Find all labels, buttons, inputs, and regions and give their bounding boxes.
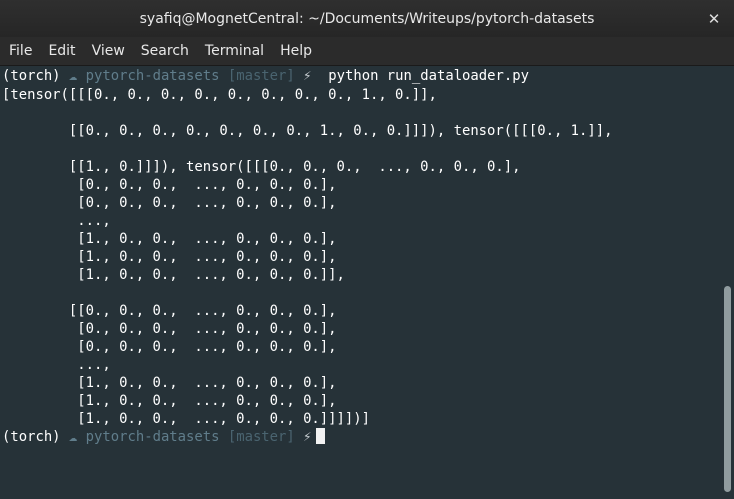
- menu-search[interactable]: Search: [134, 37, 198, 65]
- output-line: [[0., 0., 0., ..., 0., 0., 0.],: [2, 303, 337, 319]
- prompt-line-active[interactable]: (torch) ☁ pytorch-datasets [master] ⚡: [2, 428, 325, 446]
- prompt-git-branch: [master]: [227, 68, 295, 84]
- cloud-icon: ☁: [68, 68, 78, 84]
- bolt-icon: ⚡: [303, 429, 312, 445]
- prompt-env: (torch): [2, 68, 61, 84]
- cloud-icon: ☁: [68, 429, 78, 445]
- prompt-directory: pytorch-datasets: [85, 68, 220, 84]
- menu-file[interactable]: File: [0, 37, 41, 65]
- window-title: syafiq@MognetCentral: ~/Documents/Writeu…: [139, 10, 595, 27]
- menu-terminal[interactable]: Terminal: [198, 37, 273, 65]
- output-line: [0., 0., 0., ..., 0., 0., 0.],: [2, 195, 337, 211]
- prompt-directory: pytorch-datasets: [85, 429, 220, 445]
- output-line: [1., 0., 0., ..., 0., 0., 0.],: [2, 375, 337, 391]
- output-line: [1., 0., 0., ..., 0., 0., 0.]]]])]: [2, 411, 370, 427]
- output-line: [[1., 0.]]]), tensor([[[0., 0., 0., ...,…: [2, 159, 521, 175]
- prompt-env: (torch): [2, 429, 61, 445]
- scrollbar-thumb[interactable]: [724, 286, 731, 492]
- output-line: [0., 0., 0., ..., 0., 0., 0.],: [2, 339, 337, 355]
- command-text: python run_dataloader.py: [328, 68, 529, 84]
- output-line: [0., 0., 0., ..., 0., 0., 0.],: [2, 177, 337, 193]
- terminal-output-area[interactable]: (torch) ☁ pytorch-datasets [master] ⚡ py…: [0, 66, 722, 499]
- terminal-window: syafiq@MognetCentral: ~/Documents/Writeu…: [0, 0, 734, 499]
- prompt-git-branch: [master]: [227, 429, 295, 445]
- output-line: [1., 0., 0., ..., 0., 0., 0.]],: [2, 267, 345, 283]
- close-icon[interactable]: ✕: [704, 9, 724, 29]
- menu-bar: File Edit View Search Terminal Help: [0, 37, 734, 66]
- output-line: [0., 0., 0., ..., 0., 0., 0.],: [2, 321, 337, 337]
- prompt-line: (torch) ☁ pytorch-datasets [master] ⚡ py…: [2, 67, 529, 85]
- menu-edit[interactable]: Edit: [41, 37, 84, 65]
- output-line: [[0., 0., 0., 0., 0., 0., 0., 1., 0., 0.…: [2, 123, 613, 139]
- output-line: [1., 0., 0., ..., 0., 0., 0.],: [2, 231, 337, 247]
- output-line: [tensor([[[0., 0., 0., 0., 0., 0., 0., 0…: [2, 87, 437, 103]
- output-line: ...,: [2, 357, 111, 373]
- title-bar[interactable]: syafiq@MognetCentral: ~/Documents/Writeu…: [0, 0, 734, 37]
- text-cursor: [315, 428, 325, 444]
- output-line: [1., 0., 0., ..., 0., 0., 0.],: [2, 393, 337, 409]
- output-line: ...,: [2, 213, 111, 229]
- bolt-icon: ⚡: [303, 68, 312, 84]
- menu-help[interactable]: Help: [273, 37, 321, 65]
- menu-view[interactable]: View: [85, 37, 134, 65]
- output-line: [1., 0., 0., ..., 0., 0., 0.],: [2, 249, 337, 265]
